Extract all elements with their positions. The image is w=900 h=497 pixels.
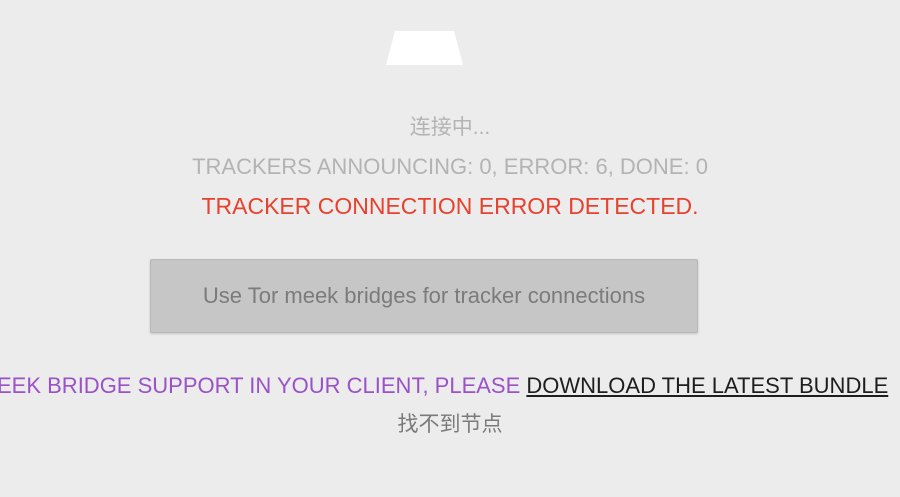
peers-not-found-text: 找不到节点 <box>397 413 503 436</box>
bridge-support-notice: EEK BRIDGE SUPPORT IN YOUR CLIENT, PLEAS… <box>0 372 888 400</box>
tracker-counts: TRACKERS ANNOUNCING: 0, ERROR: 6, DONE: … <box>192 154 708 179</box>
bridge-support-text: EEK BRIDGE SUPPORT IN YOUR CLIENT, PLEAS… <box>0 373 527 398</box>
loading-screen: 连接中... TRACKERS ANNOUNCING: 0, ERROR: 6,… <box>0 0 900 497</box>
logo-icon <box>386 31 463 65</box>
use-tor-meek-bridges-button[interactable]: Use Tor meek bridges for tracker connect… <box>150 259 698 333</box>
connecting-status: 连接中... <box>409 116 491 139</box>
tracker-error-message: TRACKER CONNECTION ERROR DETECTED. <box>201 193 699 219</box>
use-tor-meek-bridges-label: Use Tor meek bridges for tracker connect… <box>202 283 646 308</box>
download-latest-bundle-link[interactable]: DOWNLOAD THE LATEST BUNDLE <box>526 373 888 398</box>
